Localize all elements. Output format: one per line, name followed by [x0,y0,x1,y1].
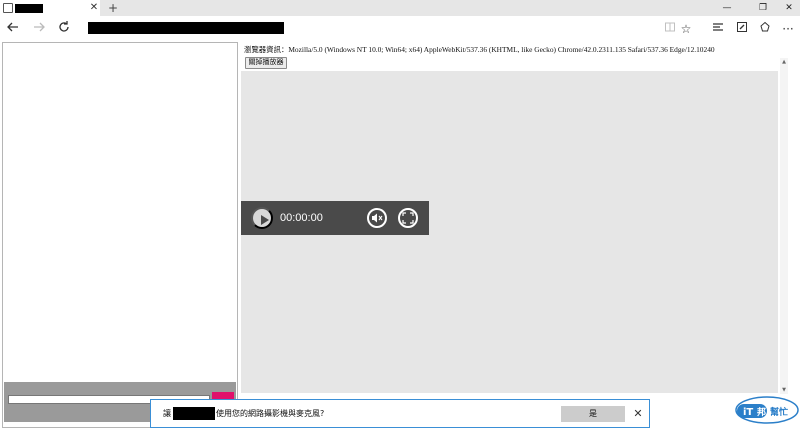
permission-site-name [173,407,215,420]
tab-title [15,4,43,13]
svg-text:幫忙: 幫忙 [770,406,788,418]
share-icon[interactable] [756,20,774,38]
address-bar[interactable] [88,22,284,34]
ithome-logo: iT 邦 幫忙 [733,394,799,426]
hub-icon[interactable] [709,20,727,38]
allow-button[interactable]: 是 [561,406,625,422]
favorites-star-icon[interactable]: ☆ [677,20,695,38]
user-agent-text: 瀏覽器資訊：Mozilla/5.0 (Windows NT 10.0; Win6… [244,45,715,54]
svg-text:iT: iT [743,407,753,418]
play-icon[interactable] [251,207,273,229]
back-icon[interactable] [4,20,22,38]
close-player-button[interactable]: 關掉播放器 [245,57,287,69]
permission-prefix: 讓 [163,409,171,418]
web-note-icon[interactable] [733,20,751,38]
media-player-controls: 00:00:00 [241,201,429,235]
scroll-up-icon[interactable]: ▲ [780,58,788,66]
minimize-button[interactable]: — [716,0,738,16]
new-tab-button[interactable]: + [106,0,120,16]
playback-time: 00:00:00 [280,212,323,224]
vertical-scrollbar[interactable] [780,58,788,394]
tab-bar: ✕ + — ❐ ✕ [0,0,800,16]
tab-close-icon[interactable]: ✕ [88,1,100,15]
svg-text:邦: 邦 [757,406,766,418]
permission-message: 使用您的網路攝影機與麥克風? [216,409,325,418]
page-favicon-icon [3,3,13,13]
mute-icon[interactable] [367,208,387,228]
camera-permission-bar: 讓 使用您的網路攝影機與麥克風? 是 ✕ [150,399,650,428]
scroll-down-icon[interactable]: ▼ [780,386,788,394]
fullscreen-icon[interactable] [398,208,418,228]
chat-sidebar [2,42,238,428]
refresh-icon[interactable] [55,20,73,38]
navigation-bar: ☆ ··· [0,16,800,42]
active-tab[interactable]: ✕ [0,0,100,16]
more-icon[interactable]: ··· [779,20,797,38]
forward-icon[interactable] [30,20,48,38]
restore-button[interactable]: ❐ [752,0,774,16]
permission-close-icon[interactable]: ✕ [631,406,645,422]
window-close-button[interactable]: ✕ [778,0,800,16]
